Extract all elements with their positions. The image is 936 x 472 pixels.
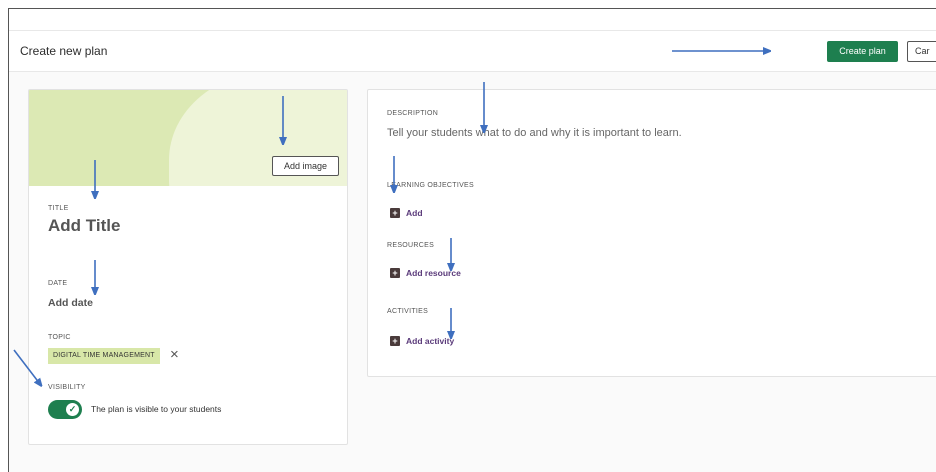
topic-label: TOPIC — [48, 334, 71, 341]
date-input[interactable]: Add date — [48, 297, 93, 309]
topic-chip: DIGITAL TIME MANAGEMENT — [48, 348, 160, 364]
description-label: DESCRIPTION — [387, 110, 439, 117]
add-objective-button[interactable]: + Add — [390, 207, 423, 219]
add-resource-label: Add resource — [406, 268, 461, 278]
learning-objectives-label: LEARNING OBJECTIVES — [387, 182, 474, 189]
visibility-text: The plan is visible to your students — [91, 404, 222, 414]
page-header: Create new plan Create plan Car — [9, 30, 936, 72]
add-resource-button[interactable]: + Add resource — [390, 267, 461, 279]
title-label: TITLE — [48, 205, 69, 212]
add-activity-button[interactable]: + Add activity — [390, 335, 454, 347]
description-input[interactable]: Tell your students what to do and why it… — [387, 127, 682, 139]
activities-label: ACTIVITIES — [387, 308, 429, 315]
plan-details-card: Add image TITLE Add Title DATE Add date … — [28, 89, 348, 445]
add-image-button[interactable]: Add image — [272, 156, 339, 176]
add-objective-label: Add — [406, 208, 423, 218]
cover-image-banner: Add image — [29, 90, 347, 186]
title-input[interactable]: Add Title — [48, 216, 120, 236]
page-title: Create new plan — [20, 44, 108, 58]
create-plan-button[interactable]: Create plan — [827, 41, 898, 62]
resources-label: RESOURCES — [387, 242, 435, 249]
plus-icon: + — [390, 336, 400, 346]
add-activity-label: Add activity — [406, 336, 455, 346]
visibility-toggle[interactable]: ✓ — [48, 400, 82, 419]
check-icon: ✓ — [66, 403, 79, 416]
date-label: DATE — [48, 280, 68, 287]
plan-content-card: DESCRIPTION Tell your students what to d… — [367, 89, 936, 377]
close-icon[interactable]: × — [170, 347, 179, 363]
cancel-button[interactable]: Car — [907, 41, 936, 62]
visibility-label: VISIBILITY — [48, 384, 86, 391]
plus-icon: + — [390, 268, 400, 278]
plus-icon: + — [390, 208, 400, 218]
